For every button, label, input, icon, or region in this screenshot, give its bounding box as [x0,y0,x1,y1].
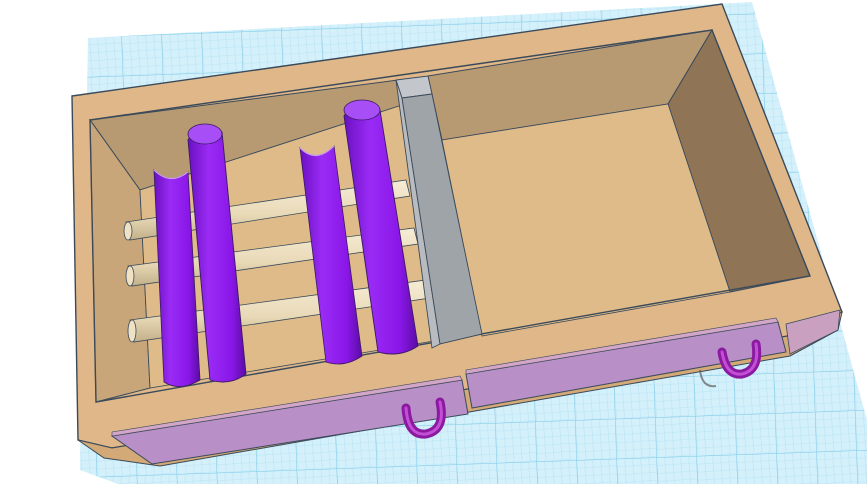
design-viewport[interactable] [0,0,867,484]
3d-scene-canvas[interactable] [0,0,867,484]
